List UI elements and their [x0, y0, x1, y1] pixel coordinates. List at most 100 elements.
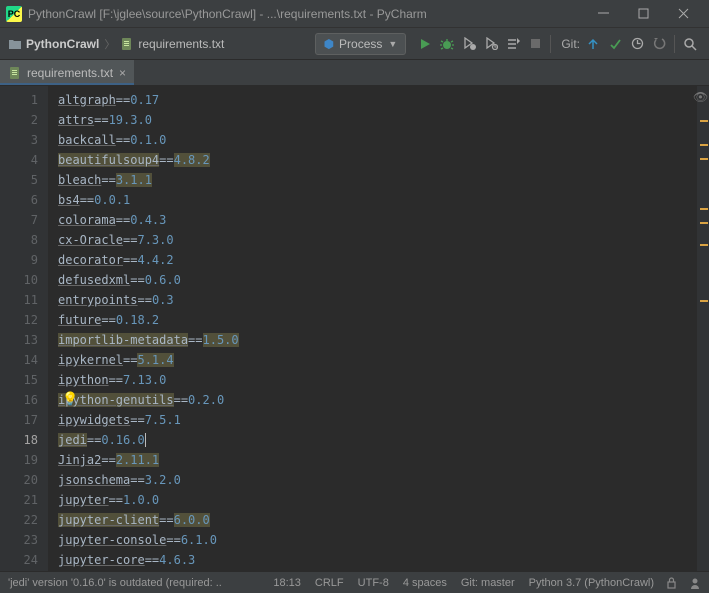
package-version: 6.1.0: [181, 533, 217, 547]
main-toolbar: PythonCrawl 〉 requirements.txt ⬢ Process…: [0, 28, 709, 60]
stop-button[interactable]: [524, 28, 546, 60]
warning-mark[interactable]: [700, 120, 708, 122]
breadcrumb-file[interactable]: requirements.txt: [138, 37, 224, 51]
maximize-button[interactable]: [623, 0, 663, 28]
breadcrumb-project[interactable]: PythonCrawl: [26, 37, 99, 51]
lock-icon[interactable]: [666, 577, 677, 589]
code-line[interactable]: Jinja2==2.11.1: [48, 450, 697, 470]
line-number: 5: [0, 170, 38, 190]
profile-button[interactable]: [480, 28, 502, 60]
status-bar: 'jedi' version '0.16.0' is outdated (req…: [0, 571, 709, 593]
package-name: attrs: [58, 113, 94, 127]
package-name: altgraph: [58, 93, 116, 107]
code-line[interactable]: backcall==0.1.0: [48, 130, 697, 150]
search-everywhere-button[interactable]: [679, 28, 701, 60]
editor[interactable]: 123456789101112131415161718192021222324 …: [0, 86, 709, 571]
file-icon: [8, 66, 22, 80]
status-git-branch[interactable]: Git: master: [461, 577, 515, 589]
package-version: 19.3.0: [109, 113, 152, 127]
package-version: 0.6.0: [145, 273, 181, 287]
code-area[interactable]: 💡 altgraph==0.17attrs==19.3.0backcall==0…: [48, 86, 697, 571]
line-number: 18: [0, 430, 38, 450]
line-number: 6: [0, 190, 38, 210]
minimize-button[interactable]: [583, 0, 623, 28]
line-number-gutter: 123456789101112131415161718192021222324: [0, 86, 48, 571]
inspection-eye-icon[interactable]: 👁: [693, 90, 708, 104]
status-indent[interactable]: 4 spaces: [403, 577, 447, 589]
line-number: 9: [0, 250, 38, 270]
package-name: jupyter-core: [58, 553, 145, 567]
editor-tab-requirements[interactable]: requirements.txt ×: [0, 60, 135, 85]
package-name: jedi: [58, 433, 87, 447]
code-line[interactable]: colorama==0.4.3: [48, 210, 697, 230]
code-line[interactable]: altgraph==0.17: [48, 90, 697, 110]
warning-mark[interactable]: [700, 244, 708, 246]
status-line-ending[interactable]: CRLF: [315, 577, 344, 589]
debug-button[interactable]: [436, 28, 458, 60]
code-line[interactable]: jupyter-core==4.6.3: [48, 550, 697, 570]
error-stripe[interactable]: 👁: [697, 86, 709, 571]
code-line[interactable]: beautifulsoup4==4.8.2: [48, 150, 697, 170]
chevron-right-icon: 〉: [104, 36, 115, 52]
package-name: colorama: [58, 213, 116, 227]
version-operator: ==: [130, 413, 144, 427]
status-interpreter[interactable]: Python 3.7 (PythonCrawl): [529, 577, 654, 589]
code-line[interactable]: cx-Oracle==7.3.0: [48, 230, 697, 250]
intention-bulb-icon[interactable]: 💡: [62, 390, 78, 410]
code-line[interactable]: future==0.18.2: [48, 310, 697, 330]
warning-mark[interactable]: [700, 144, 708, 146]
package-name: defusedxml: [58, 273, 130, 287]
version-operator: ==: [130, 473, 144, 487]
warning-mark[interactable]: [700, 158, 708, 160]
python-icon: ⬢: [324, 37, 334, 51]
package-version: 3.2.0: [145, 473, 181, 487]
code-line[interactable]: bs4==0.0.1: [48, 190, 697, 210]
package-name: Jinja2: [58, 453, 101, 467]
run-coverage-button[interactable]: [458, 28, 480, 60]
code-line[interactable]: jedi==0.16.0: [48, 430, 697, 450]
code-line[interactable]: importlib-metadata==1.5.0: [48, 330, 697, 350]
package-version: 0.1.0: [130, 133, 166, 147]
vcs-commit-button[interactable]: [604, 28, 626, 60]
status-message: 'jedi' version '0.16.0' is outdated (req…: [8, 577, 222, 589]
line-number: 2: [0, 110, 38, 130]
vcs-update-button[interactable]: [582, 28, 604, 60]
line-number: 22: [0, 510, 38, 530]
code-line[interactable]: entrypoints==0.3: [48, 290, 697, 310]
code-line[interactable]: jsonschema==3.2.0: [48, 470, 697, 490]
package-version: 0.16.0: [101, 433, 144, 447]
vcs-history-button[interactable]: [626, 28, 648, 60]
status-encoding[interactable]: UTF-8: [358, 577, 389, 589]
run-button[interactable]: [414, 28, 436, 60]
hector-icon[interactable]: [689, 577, 701, 589]
code-line[interactable]: ipython==7.13.0: [48, 370, 697, 390]
concurrency-button[interactable]: [502, 28, 524, 60]
warning-mark[interactable]: [700, 300, 708, 302]
run-config-selector[interactable]: ⬢ Process ▼: [315, 33, 407, 55]
code-line[interactable]: jupyter-console==6.1.0: [48, 530, 697, 550]
code-line[interactable]: ipykernel==5.1.4: [48, 350, 697, 370]
package-name: jupyter-client: [58, 513, 159, 527]
close-tab-icon[interactable]: ×: [119, 66, 126, 80]
code-line[interactable]: ipywidgets==7.5.1: [48, 410, 697, 430]
close-button[interactable]: [663, 0, 703, 28]
line-number: 1: [0, 90, 38, 110]
breadcrumb[interactable]: PythonCrawl 〉 requirements.txt: [8, 36, 224, 52]
code-line[interactable]: jupyter==1.0.0: [48, 490, 697, 510]
code-line[interactable]: jupyter-client==6.0.0: [48, 510, 697, 530]
code-line[interactable]: attrs==19.3.0: [48, 110, 697, 130]
package-name: bs4: [58, 193, 80, 207]
code-line[interactable]: defusedxml==0.6.0: [48, 270, 697, 290]
status-linecol[interactable]: 18:13: [273, 577, 301, 589]
version-operator: ==: [159, 153, 173, 167]
warning-mark[interactable]: [700, 222, 708, 224]
code-line[interactable]: ipython-genutils==0.2.0: [48, 390, 697, 410]
version-operator: ==: [123, 353, 137, 367]
code-line[interactable]: decorator==4.4.2: [48, 250, 697, 270]
package-version: 4.8.2: [174, 153, 210, 167]
package-version: 3.1.1: [116, 173, 152, 187]
code-line[interactable]: bleach==3.1.1: [48, 170, 697, 190]
warning-mark[interactable]: [700, 208, 708, 210]
line-number: 19: [0, 450, 38, 470]
vcs-rollback-button[interactable]: [648, 28, 670, 60]
